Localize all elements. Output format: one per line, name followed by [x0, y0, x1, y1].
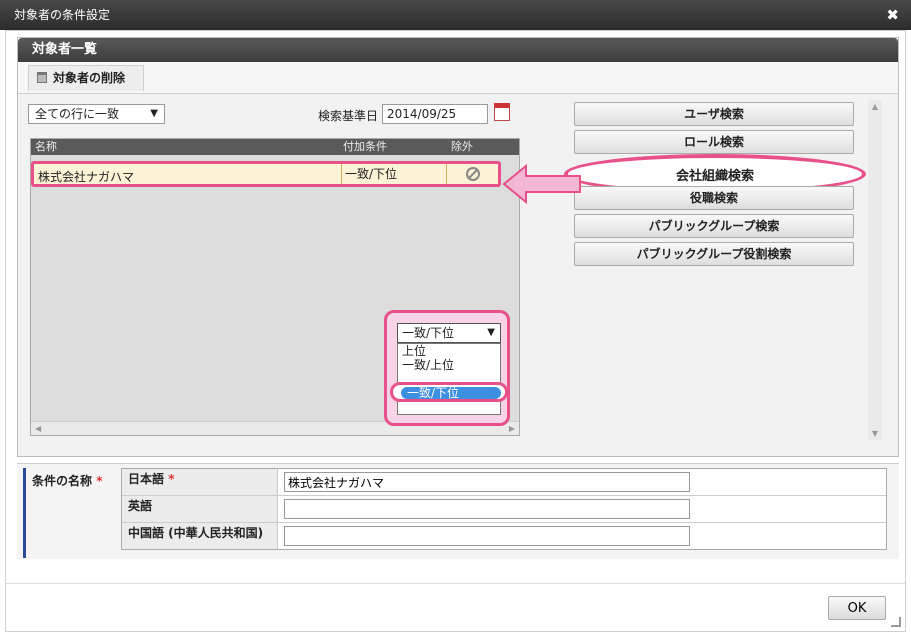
date-label: 検索基準日	[318, 109, 379, 123]
column-header-condition[interactable]: 付加条件	[343, 139, 387, 155]
chevron-down-icon: ▼	[487, 327, 495, 338]
option-item[interactable]: 上位	[398, 344, 500, 358]
japanese-name-input[interactable]	[284, 472, 690, 492]
search-button-area: ユーザ検索 ロール検索 会社組織検索 役職検索 パブリックグループ検索 パブリッ…	[564, 100, 884, 446]
option-item[interactable]: 一致/上位	[398, 358, 500, 372]
match-select[interactable]: 全ての行に一致 ▼	[28, 104, 165, 124]
label-chinese: 中国語 (中華人民共和国)	[122, 523, 278, 549]
name-row-chinese: 中国語 (中華人民共和国)	[122, 523, 886, 550]
condition-options-list: 上位 一致/上位 一致/下位	[390, 343, 508, 415]
chevron-down-icon: ▼	[150, 108, 158, 119]
scroll-left-icon[interactable]: ◀	[35, 424, 41, 433]
label-english: 英語	[122, 496, 278, 522]
condition-dropdown-callout: 一致/下位 ▼ 上位 一致/上位 一致/下位	[384, 310, 510, 426]
match-select-value: 全ての行に一致	[35, 107, 120, 121]
panel-toolbar: 対象者の削除	[18, 62, 898, 94]
resize-grip-icon[interactable]	[891, 617, 901, 627]
name-row-japanese: 日本語 *	[122, 469, 886, 496]
delete-target-label: 対象者の削除	[53, 71, 126, 85]
target-list-area: 全ての行に一致 ▼ 検索基準日 2014/09/25 名称 付加条件 除外 株式…	[28, 100, 524, 446]
row-condition-cell[interactable]: 一致/下位	[341, 164, 447, 184]
close-icon[interactable]: ✖	[886, 0, 899, 30]
condition-select-value: 一致/下位	[402, 326, 455, 340]
condition-name-text: 条件の名称	[32, 474, 93, 488]
name-row-english: 英語	[122, 496, 886, 523]
pointer-arrow-icon	[502, 163, 581, 205]
condition-name-panel: 条件の名称 * 日本語 * 英語 中国語 (中華人民共和国)	[17, 463, 899, 559]
required-mark: *	[96, 474, 103, 488]
exclude-icon[interactable]	[466, 167, 480, 181]
public-group-role-search-button[interactable]: パブリックグループ役割検索	[574, 242, 854, 266]
option-item-selected[interactable]: 一致/下位	[390, 382, 508, 402]
right-vertical-scrollbar[interactable]: ▲ ▼	[868, 100, 882, 440]
selected-option-label: 一致/下位	[401, 387, 501, 399]
row-name-cell: 株式会社ナガハマ	[38, 170, 135, 184]
required-mark: *	[168, 472, 175, 486]
user-search-button[interactable]: ユーザ検索	[574, 102, 854, 126]
trash-icon	[37, 72, 47, 83]
dialog-body: 対象者一覧 対象者の削除 全ての行に一致 ▼ 検索基準日 2014/09/25 …	[5, 30, 906, 632]
column-header-name[interactable]: 名称	[35, 139, 57, 155]
target-list-panel: 対象者一覧 対象者の削除 全ての行に一致 ▼ 検索基準日 2014/09/25 …	[17, 37, 899, 457]
label-japanese-text: 日本語	[128, 472, 165, 486]
dialog-title: 対象者の条件設定	[14, 8, 111, 22]
condition-name-table: 日本語 * 英語 中国語 (中華人民共和国)	[121, 468, 887, 550]
table-row[interactable]: 株式会社ナガハマ 一致/下位	[31, 161, 501, 187]
grid-header: 名称 付加条件 除外	[31, 139, 519, 155]
column-header-exclude[interactable]: 除外	[451, 139, 473, 155]
delete-target-button[interactable]: 対象者の削除	[28, 65, 144, 91]
post-search-button[interactable]: 役職検索	[574, 186, 854, 210]
scroll-down-icon[interactable]: ▼	[868, 429, 882, 438]
dialog-footer: OK	[6, 583, 905, 631]
label-japanese: 日本語 *	[122, 469, 278, 495]
public-group-search-button[interactable]: パブリックグループ検索	[574, 214, 854, 238]
ok-button[interactable]: OK	[828, 596, 886, 620]
role-search-button[interactable]: ロール検索	[574, 130, 854, 154]
panel-title: 対象者一覧	[18, 38, 898, 62]
dialog-title-bar: 対象者の条件設定 ✖	[0, 0, 911, 30]
date-input[interactable]: 2014/09/25	[382, 104, 488, 124]
english-name-input[interactable]	[284, 499, 690, 519]
calendar-icon[interactable]	[494, 103, 510, 121]
scroll-right-icon[interactable]: ▶	[509, 424, 515, 433]
condition-select[interactable]: 一致/下位 ▼	[397, 323, 501, 343]
chinese-name-input[interactable]	[284, 526, 690, 546]
scroll-up-icon[interactable]: ▲	[868, 100, 882, 111]
condition-name-label: 条件の名称 *	[23, 468, 115, 558]
